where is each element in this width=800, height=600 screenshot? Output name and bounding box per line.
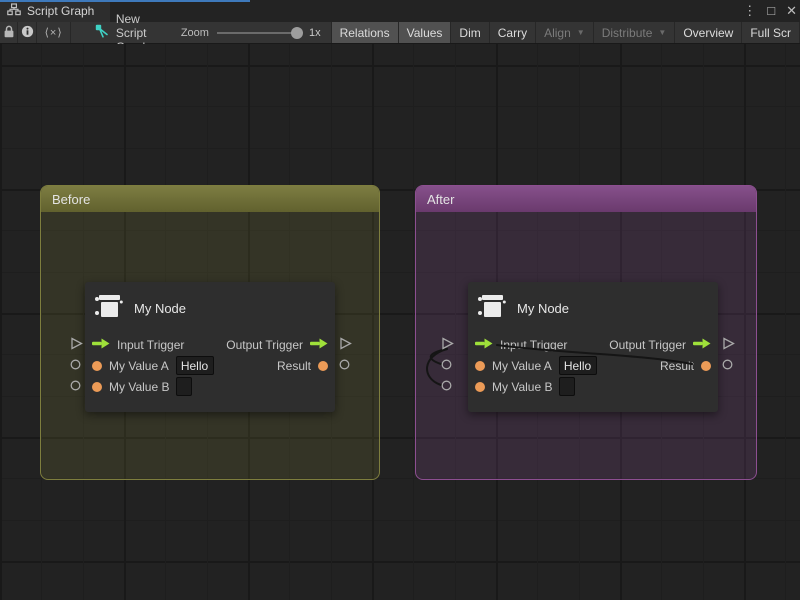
- code-icon: ⟨×⟩: [45, 26, 63, 39]
- lock-button[interactable]: [0, 22, 18, 43]
- lock-icon: [3, 25, 15, 41]
- port-label-value-b: My Value B: [492, 380, 552, 394]
- after-flow-in-port[interactable]: [441, 337, 454, 350]
- flow-in-icon[interactable]: [92, 336, 110, 354]
- port-label-flow-in: Input Trigger: [117, 338, 184, 352]
- value-b-field[interactable]: [176, 377, 192, 396]
- my-node-before[interactable]: My Node Input Trigger Output Trigger: [85, 282, 335, 412]
- before-flow-in-port[interactable]: [70, 337, 83, 350]
- fullscreen-button[interactable]: Full Scr: [742, 22, 800, 43]
- grid-line: [0, 65, 800, 67]
- group-before-label: Before: [52, 192, 90, 207]
- port-label-value-a: My Value A: [109, 359, 169, 373]
- info-icon: [21, 25, 34, 41]
- node-title: My Node: [134, 301, 186, 316]
- tab-script-graph[interactable]: Script Graph: [0, 0, 110, 22]
- carry-toggle[interactable]: Carry: [490, 22, 536, 43]
- port-label-flow-out: Output Trigger: [226, 338, 303, 352]
- my-node-after[interactable]: My Node Input Trigger Output Trigger: [468, 282, 718, 412]
- group-after-label: After: [427, 192, 454, 207]
- flow-out-icon[interactable]: [693, 336, 711, 354]
- before-value-b-port[interactable]: [70, 380, 81, 391]
- overview-button[interactable]: Overview: [675, 22, 742, 43]
- after-value-b-port[interactable]: [441, 380, 452, 391]
- graph-canvas[interactable]: Before After My Node: [0, 44, 800, 600]
- focused-tab-accent: [0, 0, 250, 2]
- port-label-flow-in: Input Trigger: [500, 338, 567, 352]
- inspect-button[interactable]: [18, 22, 37, 43]
- group-after-header[interactable]: After: [416, 186, 756, 212]
- group-before-header[interactable]: Before: [41, 186, 379, 212]
- distribute-dropdown[interactable]: Distribute ▼: [594, 22, 676, 43]
- tab-title: Script Graph: [27, 4, 94, 18]
- chevron-down-icon: ▼: [658, 28, 666, 37]
- grid-line: [413, 44, 414, 600]
- grid-line: [0, 148, 800, 149]
- before-flow-out-port[interactable]: [339, 337, 352, 350]
- value-a-field[interactable]: [559, 356, 597, 375]
- result-port-icon[interactable]: [701, 361, 711, 371]
- align-dropdown[interactable]: Align ▼: [536, 22, 594, 43]
- unit-icon: [477, 291, 507, 326]
- grid-line: [0, 561, 800, 563]
- value-b-port-icon[interactable]: [475, 382, 485, 392]
- zoom-slider[interactable]: [217, 32, 299, 34]
- zoom-slider-handle[interactable]: [291, 27, 303, 39]
- zoom-value: 1x: [309, 27, 321, 39]
- port-label-result: Result: [660, 359, 694, 373]
- unit-icon: [94, 291, 124, 326]
- value-a-field[interactable]: [176, 356, 214, 375]
- edit-source-button[interactable]: ⟨×⟩: [37, 22, 70, 43]
- value-a-port-icon[interactable]: [475, 361, 485, 371]
- after-flow-out-port[interactable]: [722, 337, 735, 350]
- dim-toggle[interactable]: Dim: [451, 22, 489, 43]
- grid-line: [0, 44, 2, 600]
- values-toggle[interactable]: Values: [399, 22, 452, 43]
- after-result-port[interactable]: [722, 359, 733, 370]
- value-a-port-icon[interactable]: [92, 361, 102, 371]
- port-label-value-a: My Value A: [492, 359, 552, 373]
- script-graph-asset-icon: [95, 24, 109, 41]
- close-icon[interactable]: ✕: [786, 0, 797, 22]
- value-b-field[interactable]: [559, 377, 575, 396]
- graph-picker[interactable]: New Script Graph: [95, 22, 167, 43]
- before-result-port[interactable]: [339, 359, 350, 370]
- window-menu-icon[interactable]: ⋮: [743, 0, 756, 22]
- relations-toggle[interactable]: Relations: [332, 22, 399, 43]
- graph-hierarchy-icon: [7, 3, 21, 19]
- port-label-flow-out: Output Trigger: [609, 338, 686, 352]
- port-label-result: Result: [277, 359, 311, 373]
- flow-in-icon[interactable]: [475, 336, 493, 354]
- maximize-icon[interactable]: □: [767, 0, 775, 22]
- grid-line: [0, 106, 800, 107]
- node-title: My Node: [517, 301, 569, 316]
- port-label-value-b: My Value B: [109, 380, 169, 394]
- value-b-port-icon[interactable]: [92, 382, 102, 392]
- flow-out-icon[interactable]: [310, 336, 328, 354]
- before-value-a-port[interactable]: [70, 359, 81, 370]
- grid-line: [0, 520, 800, 521]
- zoom-label: Zoom: [181, 27, 209, 39]
- grid-line: [785, 44, 786, 600]
- result-port-icon[interactable]: [318, 361, 328, 371]
- toolbar: ⟨×⟩ New Script Graph Zoom 1x Relations V…: [0, 22, 800, 44]
- chevron-down-icon: ▼: [577, 28, 585, 37]
- after-value-a-port[interactable]: [441, 359, 452, 370]
